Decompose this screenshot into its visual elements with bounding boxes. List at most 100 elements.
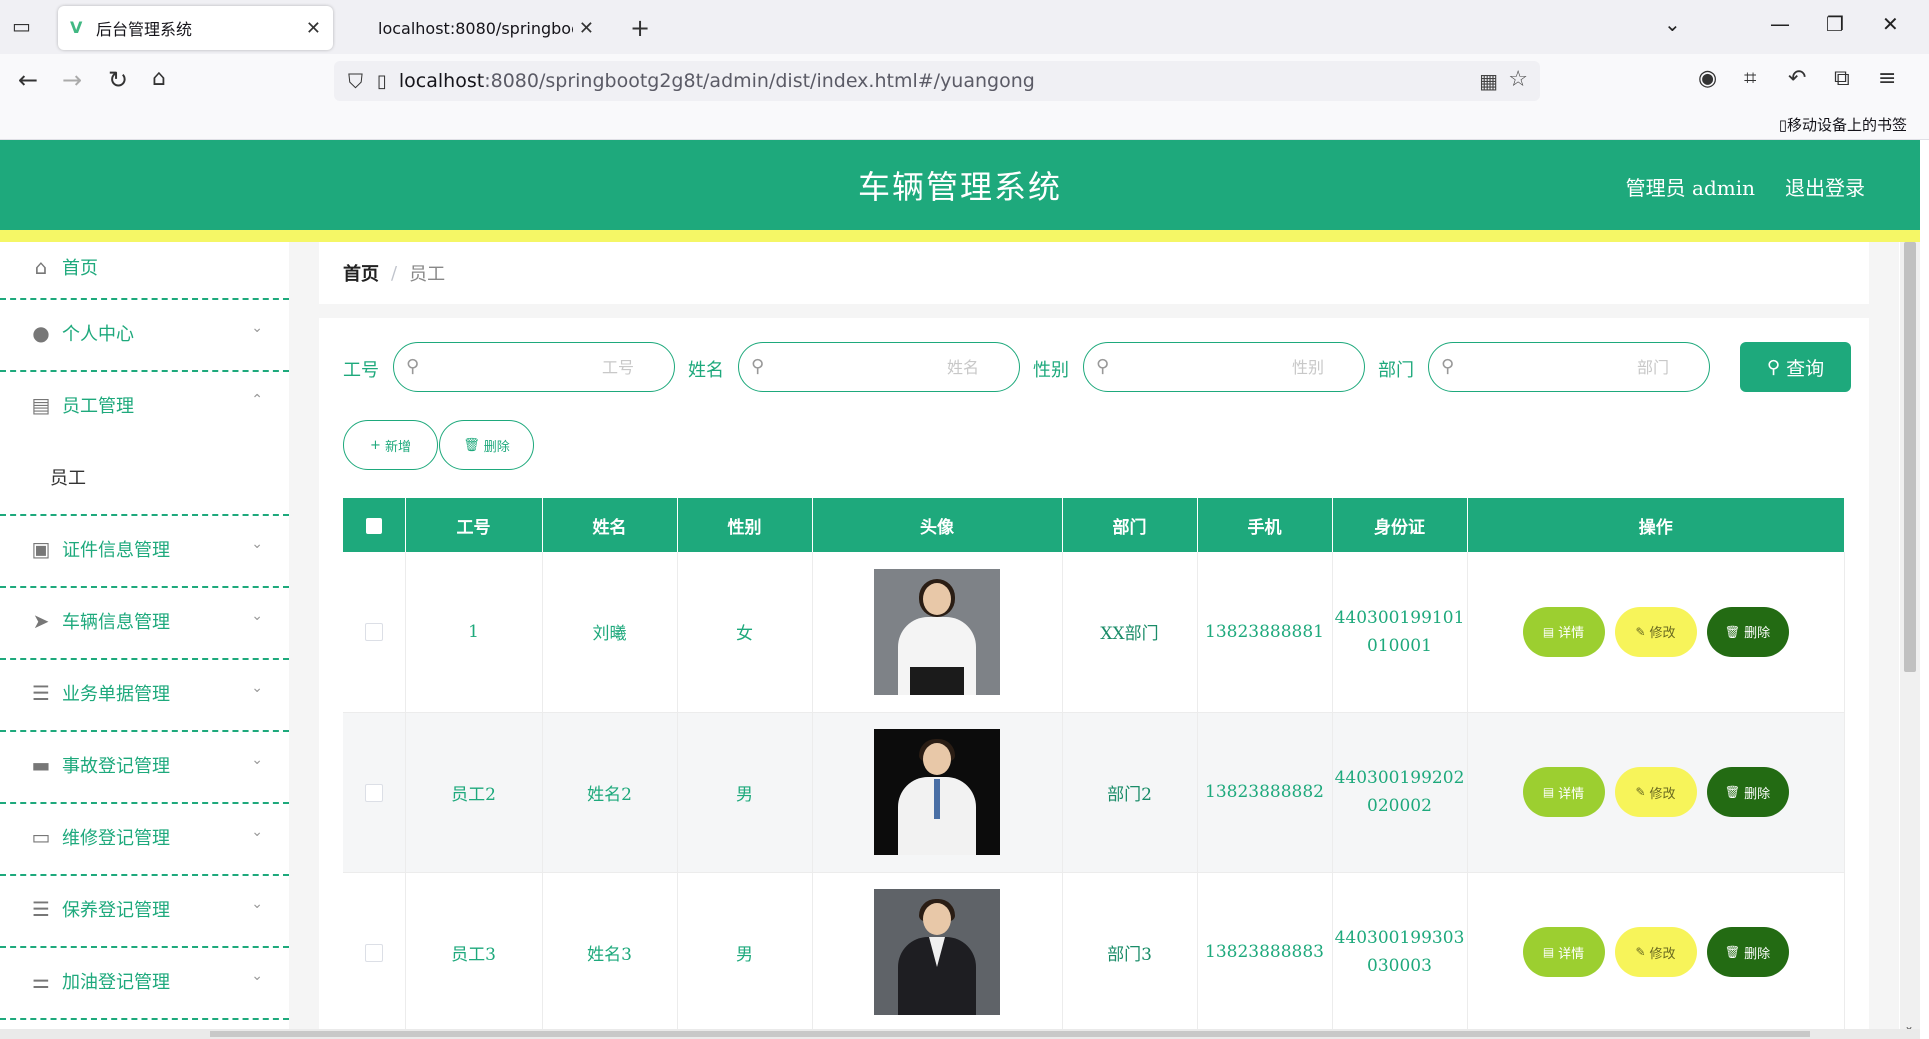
trash-icon: 🗑 <box>1724 785 1741 799</box>
avatar[interactable] <box>874 568 1000 695</box>
batch-delete-button[interactable]: 🗑 删除 <box>439 420 534 470</box>
sidebar-item-employee-mgmt[interactable]: ▤ 员工管理 ⌃ <box>0 372 289 444</box>
sidebar-item-vehicles[interactable]: ➤ 车辆信息管理 ⌄ <box>0 588 289 660</box>
close-tab-icon[interactable]: ✕ <box>306 18 321 39</box>
account-icon[interactable]: ◉ <box>1698 66 1717 91</box>
document-icon: ▤ <box>1542 785 1555 799</box>
restore-icon[interactable]: ❐ <box>1826 12 1844 36</box>
qr-code-icon[interactable]: ▦ <box>1479 69 1498 93</box>
main-content: 首页 / 员工 工号 ⚲ 姓名 ⚲ 性别 ⚲ 部门 ⚲ <box>289 242 1899 1039</box>
browser-nav-bar: ← → ↻ ⌂ ⛉ ▯ localhost:8080/springbootg2g… <box>0 54 1929 108</box>
menu-icon[interactable]: ≡ <box>1878 66 1896 91</box>
query-button[interactable]: ⚲ 查询 <box>1740 342 1851 392</box>
sidebar-item-home[interactable]: ⌂ 首页 <box>0 242 289 300</box>
cell-ops: ▤ 详情 ✎ 修改 🗑 删除 <box>1467 552 1845 713</box>
mobile-bookmarks[interactable]: ▯移动设备上的书签 <box>1779 114 1907 135</box>
employee-table: 工号 姓名 性别 头像 部门 手机 身份证 操作 1 刘曦 女 XX部门 138… <box>343 498 1845 1033</box>
trash-icon: 🗑 <box>463 437 480 453</box>
bookmarks-bar: ▯移动设备上的书签 <box>0 108 1929 140</box>
sidebar-item-business-docs[interactable]: ☰ 业务单据管理 ⌄ <box>0 660 289 732</box>
row-checkbox[interactable] <box>343 712 406 873</box>
cell-ops: ▤ 详情 ✎ 修改 🗑 删除 <box>1467 872 1845 1033</box>
chevron-down-icon: ⌄ <box>251 824 263 840</box>
horizontal-scrollbar[interactable] <box>0 1029 1920 1039</box>
delete-button[interactable]: 🗑 删除 <box>1706 767 1789 817</box>
column-header[interactable]: 手机 <box>1197 498 1333 552</box>
search-input-name[interactable]: ⚲ <box>738 342 1020 392</box>
chevron-down-icon: ⌄ <box>251 968 263 984</box>
pencil-icon: ✎ <box>1635 624 1646 639</box>
reload-icon[interactable]: ↻ <box>108 66 128 94</box>
row-checkbox[interactable] <box>343 552 406 713</box>
new-tab-icon[interactable]: + <box>630 14 650 42</box>
sidebar-subitem-employee[interactable]: 员工 <box>0 444 289 516</box>
edit-button[interactable]: ✎ 修改 <box>1614 927 1697 977</box>
address-bar[interactable]: ⛉ ▯ localhost:8080/springbootg2g8t/admin… <box>334 61 1540 101</box>
scrollbar-thumb[interactable] <box>1904 242 1916 672</box>
sidebar-item-maintenance[interactable]: ☰ 保养登记管理 ⌄ <box>0 876 289 948</box>
search-field-name[interactable] <box>779 351 979 383</box>
avatar[interactable] <box>874 729 1000 855</box>
chevron-down-icon: ⌄ <box>251 680 263 696</box>
crop-icon[interactable]: ⌗ <box>1744 66 1756 91</box>
minimize-icon[interactable]: — <box>1770 12 1790 36</box>
trash-icon: 🗑 <box>1724 624 1741 639</box>
cell-id: 员工2 <box>405 712 543 873</box>
delete-button[interactable]: 🗑 删除 <box>1706 606 1789 657</box>
vertical-scrollbar[interactable]: ⌄ <box>1900 242 1920 1039</box>
add-button[interactable]: + 新增 <box>343 420 438 470</box>
search-field-gender[interactable] <box>1124 351 1324 383</box>
avatar[interactable] <box>874 889 1000 1015</box>
extensions-icon[interactable]: ⧉ <box>1834 66 1850 91</box>
column-header[interactable]: 身份证 <box>1332 498 1468 552</box>
chevron-up-icon: ⌃ <box>251 392 263 408</box>
home-icon[interactable]: ⌂ <box>152 66 166 91</box>
sidebar-item-profile[interactable]: ● 个人中心 ⌄ <box>0 300 289 372</box>
detail-button[interactable]: ▤ 详情 <box>1522 767 1605 817</box>
sidebar-item-certificates[interactable]: ▣ 证件信息管理 ⌄ <box>0 516 289 588</box>
page-info-icon[interactable]: ▯ <box>377 71 387 92</box>
document-icon: ▤ <box>1542 945 1555 959</box>
browser-tab-active[interactable]: V 后台管理系统 ✕ <box>58 6 333 50</box>
cell-ops: ▤ 详情 ✎ 修改 🗑 删除 <box>1467 712 1845 873</box>
sidebar-item-accidents[interactable]: ▬ 事故登记管理 ⌄ <box>0 732 289 804</box>
sidebar-item-refuel[interactable]: ⚌ 加油登记管理 ⌄ <box>0 948 289 1020</box>
column-header[interactable]: 头像 <box>812 498 1063 552</box>
edit-button[interactable]: ✎ 修改 <box>1614 767 1697 817</box>
undo-icon[interactable]: ↶ <box>1788 66 1806 91</box>
search-icon: ⚲ <box>751 356 765 377</box>
column-header[interactable]: 性别 <box>677 498 813 552</box>
search-input-id[interactable]: ⚲ <box>393 342 675 392</box>
select-all-checkbox[interactable] <box>343 498 406 552</box>
delete-button[interactable]: 🗑 删除 <box>1706 927 1789 977</box>
column-header[interactable]: 部门 <box>1062 498 1198 552</box>
url-path: :8080/springbootg2g8t/admin/dist/index.h… <box>484 70 1035 92</box>
search-field-id[interactable] <box>434 351 634 383</box>
search-field-dept[interactable] <box>1469 351 1669 383</box>
list-tabs-icon[interactable]: ⌄ <box>1664 12 1681 36</box>
sidebar-item-repairs[interactable]: ▭ 维修登记管理 ⌄ <box>0 804 289 876</box>
logout-link[interactable]: 退出登录 <box>1785 172 1865 201</box>
scrollbar-thumb[interactable] <box>210 1031 1810 1037</box>
breadcrumb-home[interactable]: 首页 <box>343 260 379 286</box>
bookmark-star-icon[interactable]: ☆ <box>1508 67 1528 92</box>
column-header[interactable]: 工号 <box>405 498 543 552</box>
cell-dept: 部门3 <box>1062 872 1198 1033</box>
shield-icon[interactable]: ⛉ <box>348 69 363 93</box>
header-stripe <box>0 230 1920 242</box>
cell-idcard: 440300199202 020002 <box>1332 712 1468 873</box>
tab-overview-icon[interactable]: ▭ <box>12 14 38 40</box>
detail-button[interactable]: ▤ 详情 <box>1522 606 1605 657</box>
back-icon[interactable]: ← <box>18 66 38 94</box>
detail-button[interactable]: ▤ 详情 <box>1522 927 1605 977</box>
column-header[interactable]: 姓名 <box>542 498 678 552</box>
search-input-dept[interactable]: ⚲ <box>1428 342 1710 392</box>
row-checkbox[interactable] <box>343 872 406 1033</box>
cell-phone: 13823888881 <box>1197 552 1333 713</box>
close-window-icon[interactable]: ✕ <box>1882 12 1899 36</box>
search-input-gender[interactable]: ⚲ <box>1083 342 1365 392</box>
browser-tab-inactive[interactable]: localhost:8080/springbootg2 ✕ <box>366 6 606 50</box>
forward-icon[interactable]: → <box>62 66 82 94</box>
edit-button[interactable]: ✎ 修改 <box>1614 606 1697 657</box>
close-tab-icon[interactable]: ✕ <box>579 18 594 39</box>
